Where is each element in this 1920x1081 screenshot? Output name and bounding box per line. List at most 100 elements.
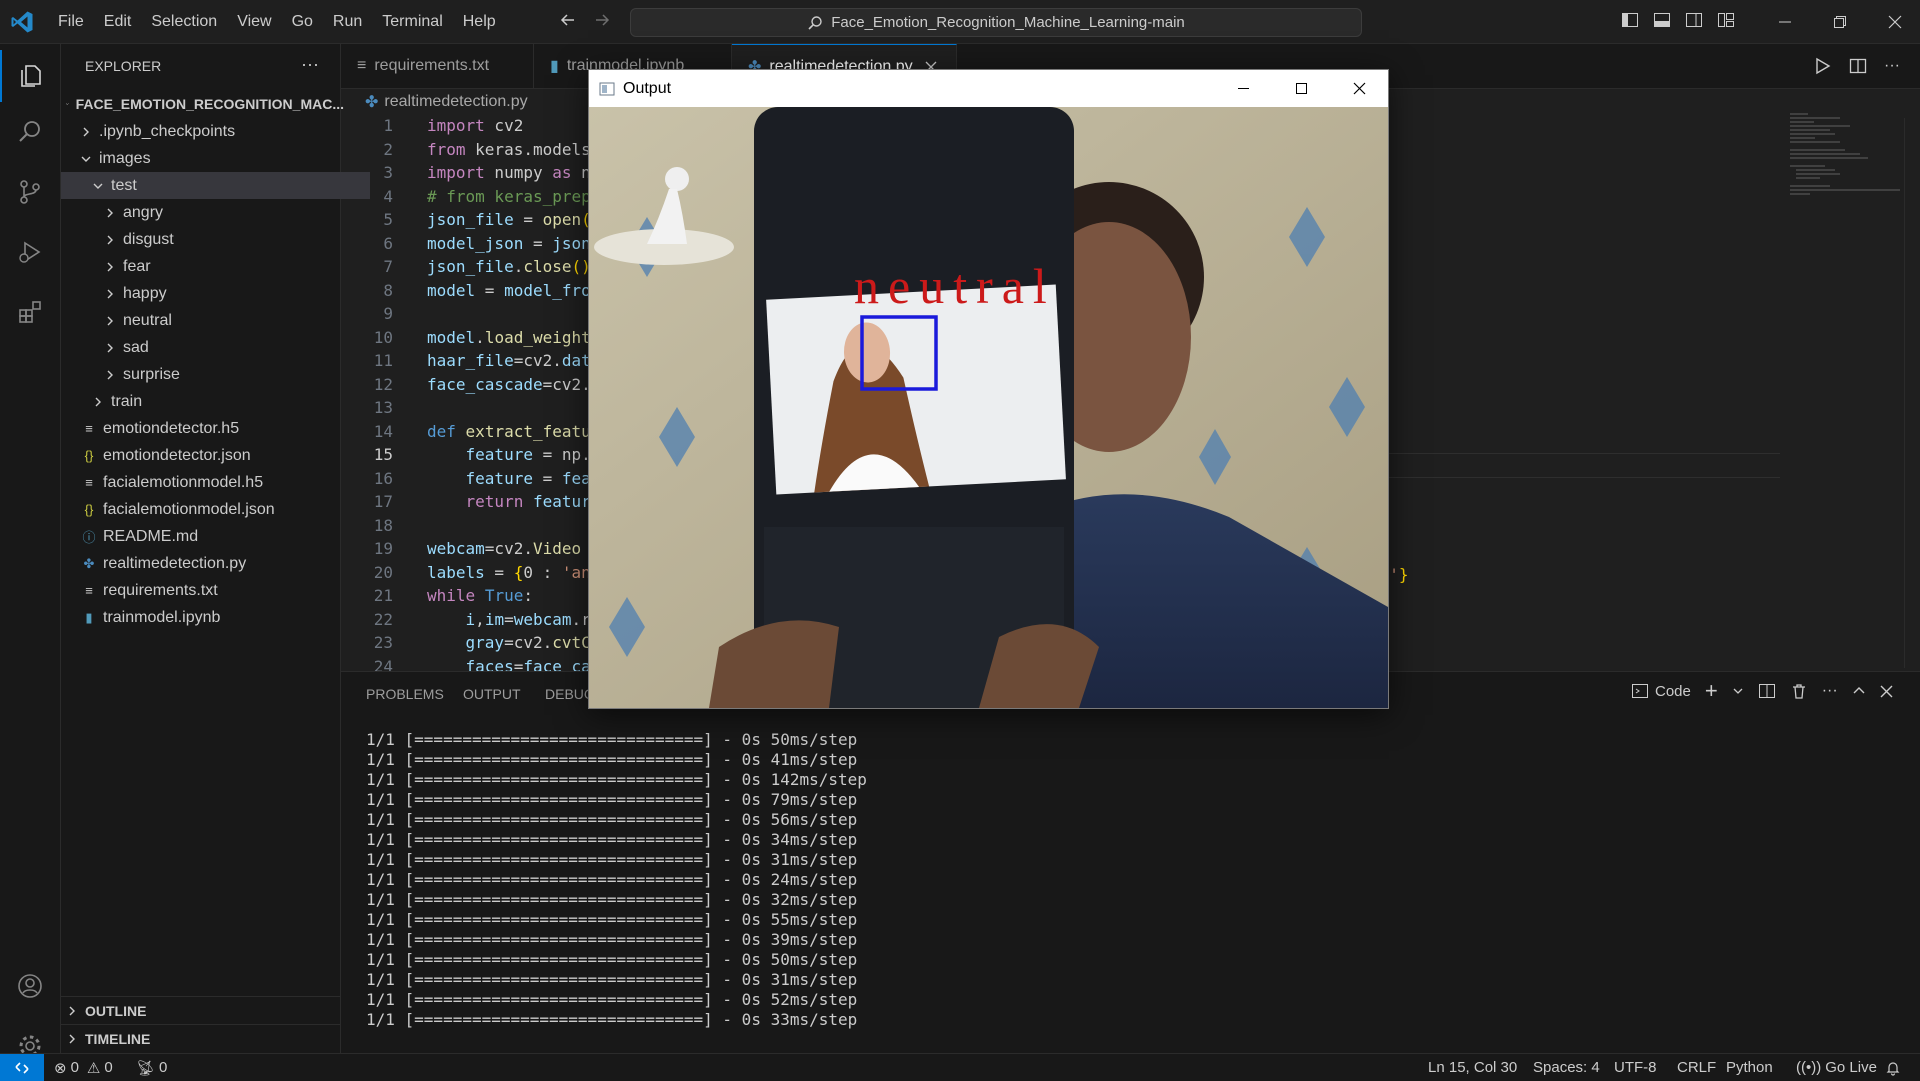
terminal-profile-button[interactable]: Code bbox=[1631, 682, 1691, 700]
command-center[interactable]: Face_Emotion_Recognition_Machine_Learnin… bbox=[630, 8, 1362, 37]
tree-file-emotiondetector-h5[interactable]: ≡ emotiondetector.h5 bbox=[61, 415, 360, 442]
info-icon: ⓘ bbox=[82, 530, 96, 545]
more-actions-icon[interactable]: ··· bbox=[301, 54, 319, 75]
menu-edit[interactable]: Edit bbox=[94, 0, 142, 43]
line-number: 21 bbox=[373, 586, 393, 605]
tree-folder-train[interactable]: train bbox=[61, 388, 370, 415]
end-of-line[interactable]: CRLF bbox=[1677, 1054, 1716, 1081]
close-icon[interactable] bbox=[1330, 70, 1388, 107]
menu-file[interactable]: File bbox=[48, 0, 94, 43]
tab-output[interactable]: OUTPUT bbox=[463, 686, 521, 702]
menu-selection[interactable]: Selection bbox=[141, 0, 227, 43]
cursor-position[interactable]: Ln 15, Col 30 bbox=[1428, 1054, 1517, 1081]
tree-label: train bbox=[111, 392, 143, 410]
close-panel-icon[interactable] bbox=[1880, 685, 1893, 698]
line-number: 14 bbox=[373, 421, 393, 441]
tree-folder-fear[interactable]: fear bbox=[61, 253, 382, 280]
output-window[interactable]: Output neutral bbox=[588, 69, 1389, 709]
ports-indicator[interactable]: 📡︎ 0 bbox=[136, 1054, 167, 1081]
new-terminal-icon[interactable]: + bbox=[1705, 680, 1718, 702]
timeline-label: TIMELINE bbox=[85, 1030, 151, 1047]
window-controls bbox=[1757, 0, 1920, 43]
toggle-primary-sidebar-icon[interactable] bbox=[1620, 10, 1640, 30]
tree-folder-neutral[interactable]: neutral bbox=[61, 307, 382, 334]
close-icon[interactable] bbox=[1867, 0, 1920, 43]
more-actions-icon[interactable]: ··· bbox=[1822, 682, 1838, 700]
outline-section[interactable]: OUTLINE bbox=[61, 996, 344, 1024]
menu-run[interactable]: Run bbox=[323, 0, 372, 43]
tree-file-facialemotionmodel-h5[interactable]: ≡ facialemotionmodel.h5 bbox=[61, 469, 360, 496]
output-window-titlebar[interactable]: Output bbox=[589, 70, 1388, 107]
warning-count: 0 bbox=[104, 1059, 113, 1076]
maximize-icon[interactable] bbox=[1272, 70, 1330, 107]
go-live-button[interactable]: ((•)) Go Live bbox=[1796, 1054, 1877, 1081]
minimize-icon[interactable] bbox=[1757, 0, 1812, 43]
status-bar: ⊗ 0 ⚠ 0 📡︎ 0 Ln 15, Col 30 Spaces: 4 UTF-8 … bbox=[0, 1053, 1920, 1081]
tree-file-realtimedetection-py[interactable]: ✤ realtimedetection.py bbox=[61, 550, 360, 577]
tab-problems[interactable]: PROBLEMS bbox=[366, 686, 444, 702]
account-icon[interactable] bbox=[0, 960, 60, 1012]
minimize-icon[interactable] bbox=[1214, 70, 1272, 107]
tree-folder-surprise[interactable]: surprise bbox=[61, 361, 382, 388]
tree-file-facialemotionmodel-json[interactable]: {} facialemotionmodel.json bbox=[61, 496, 360, 523]
bell-icon[interactable] bbox=[1885, 1054, 1901, 1081]
tree-folder-disgust[interactable]: disgust bbox=[61, 226, 382, 253]
terminal-line: 1/1 [==============================] - 0… bbox=[366, 850, 858, 869]
toggle-secondary-sidebar-icon[interactable] bbox=[1684, 10, 1704, 30]
tree-folder-happy[interactable]: happy bbox=[61, 280, 382, 307]
go-live-label: Go Live bbox=[1825, 1059, 1877, 1076]
more-actions-icon[interactable]: ··· bbox=[1884, 56, 1900, 76]
tree-folder-ipynb-checkpoints[interactable]: .ipynb_checkpoints bbox=[61, 118, 358, 145]
extensions-icon[interactable] bbox=[0, 286, 60, 338]
chevron-down-icon[interactable] bbox=[1732, 685, 1744, 697]
timeline-section[interactable]: TIMELINE bbox=[61, 1024, 344, 1052]
run-debug-icon[interactable] bbox=[0, 226, 60, 278]
problems-indicator[interactable]: ⊗ 0 ⚠ 0 bbox=[54, 1054, 113, 1081]
source-control-icon[interactable] bbox=[0, 166, 60, 218]
terminal-line: 1/1 [==============================] - 0… bbox=[366, 910, 858, 929]
explorer-title: EXPLORER bbox=[85, 58, 162, 74]
terminal-output[interactable]: 1/1 [==============================] - 0… bbox=[366, 730, 867, 1030]
tree-file-emotiondetector-json[interactable]: {} emotiondetector.json bbox=[61, 442, 360, 469]
line-number: 18 bbox=[373, 515, 393, 535]
toggle-panel-icon[interactable] bbox=[1652, 10, 1672, 30]
split-terminal-icon[interactable] bbox=[1758, 682, 1776, 700]
encoding[interactable]: UTF-8 bbox=[1614, 1054, 1657, 1081]
run-icon[interactable] bbox=[1812, 56, 1832, 76]
tree-folder-test[interactable]: test bbox=[61, 172, 370, 199]
terminal-line: 1/1 [==============================] - 0… bbox=[366, 990, 858, 1009]
back-arrow-icon[interactable] bbox=[558, 10, 578, 30]
line-number: 4 bbox=[383, 186, 393, 206]
split-editor-icon[interactable] bbox=[1848, 56, 1868, 76]
indentation[interactable]: Spaces: 4 bbox=[1533, 1054, 1600, 1081]
language-mode[interactable]: Python bbox=[1726, 1054, 1773, 1081]
tree-folder-images[interactable]: images bbox=[61, 145, 358, 172]
menu-view[interactable]: View bbox=[227, 0, 281, 43]
line-number: 17 bbox=[373, 492, 393, 511]
editor-scrollbar[interactable] bbox=[1904, 118, 1919, 668]
terminal-line: 1/1 [==============================] - 0… bbox=[366, 770, 867, 789]
menu-help[interactable]: Help bbox=[453, 0, 506, 43]
tab-requirements-txt[interactable]: ≡ requirements.txt bbox=[341, 44, 534, 88]
search-icon[interactable] bbox=[0, 106, 60, 158]
tree-label: images bbox=[99, 149, 151, 167]
files-icon[interactable] bbox=[0, 50, 60, 102]
tree-folder-angry[interactable]: angry bbox=[61, 199, 382, 226]
breadcrumb-file[interactable]: realtimedetection.py bbox=[384, 93, 527, 111]
customize-layout-icon[interactable] bbox=[1716, 10, 1736, 30]
chevron-right-icon bbox=[83, 127, 89, 136]
remote-indicator-icon[interactable] bbox=[0, 1054, 44, 1081]
tree-file-requirements-txt[interactable]: ≡ requirements.txt bbox=[61, 577, 360, 604]
tree-folder-sad[interactable]: sad bbox=[61, 334, 382, 361]
maximize-panel-icon[interactable] bbox=[1852, 684, 1866, 698]
restore-icon[interactable] bbox=[1812, 0, 1867, 43]
tree-file-trainmodel-ipynb[interactable]: ▮ trainmodel.ipynb bbox=[61, 604, 360, 631]
explorer-root-folder[interactable]: FACE_EMOTION_RECOGNITION_MAC... bbox=[61, 90, 344, 117]
tree-file-readme[interactable]: ⓘ README.md bbox=[61, 523, 360, 550]
trash-icon[interactable] bbox=[1790, 682, 1808, 700]
forward-arrow-icon[interactable] bbox=[592, 10, 612, 30]
file-lines-icon: ≡ bbox=[85, 583, 93, 598]
menu-go[interactable]: Go bbox=[282, 0, 323, 43]
menu-terminal[interactable]: Terminal bbox=[372, 0, 452, 43]
minimap[interactable] bbox=[1790, 110, 1900, 200]
